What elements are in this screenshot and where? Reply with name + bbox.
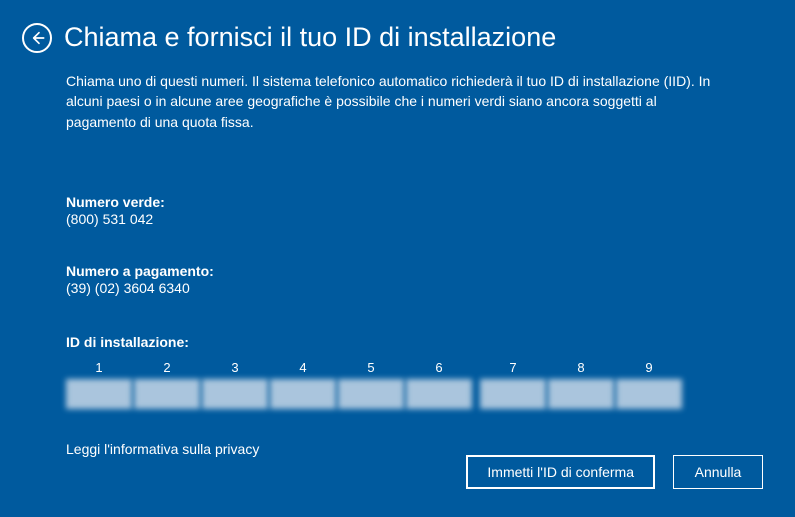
iid-column-number: 5 xyxy=(367,360,374,375)
toll-free-section: Numero verde: (800) 531 042 xyxy=(66,194,729,227)
toll-number: (39) (02) 3604 6340 xyxy=(66,280,729,296)
iid-block-redacted xyxy=(548,379,614,409)
iid-column-number: 9 xyxy=(645,360,652,375)
iid-column: 2 xyxy=(134,360,200,409)
iid-column: 5 xyxy=(338,360,404,409)
iid-column: 6 xyxy=(406,360,472,409)
footer-buttons: Immetti l'ID di conferma Annulla xyxy=(466,455,763,489)
arrow-left-icon xyxy=(29,30,45,46)
iid-column-number: 1 xyxy=(95,360,102,375)
iid-column-number: 2 xyxy=(163,360,170,375)
iid-block-redacted xyxy=(406,379,472,409)
iid-column: 3 xyxy=(202,360,268,409)
page-title: Chiama e fornisci il tuo ID di installaz… xyxy=(64,22,556,53)
iid-column-number: 6 xyxy=(435,360,442,375)
confirm-id-button[interactable]: Immetti l'ID di conferma xyxy=(466,455,655,489)
privacy-link[interactable]: Leggi l'informativa sulla privacy xyxy=(66,441,259,457)
installation-id-label: ID di installazione: xyxy=(66,334,729,350)
toll-label: Numero a pagamento: xyxy=(66,263,729,279)
iid-column: 8 xyxy=(548,360,614,409)
iid-block-redacted xyxy=(480,379,546,409)
iid-block-redacted xyxy=(616,379,682,409)
cancel-button[interactable]: Annulla xyxy=(673,455,763,489)
back-button[interactable] xyxy=(22,23,52,53)
iid-column-number: 8 xyxy=(577,360,584,375)
iid-column-number: 4 xyxy=(299,360,306,375)
iid-column: 1 xyxy=(66,360,132,409)
iid-block-redacted xyxy=(134,379,200,409)
iid-column-number: 7 xyxy=(509,360,516,375)
iid-column: 4 xyxy=(270,360,336,409)
iid-block-redacted xyxy=(202,379,268,409)
iid-column: 9 xyxy=(616,360,682,409)
iid-column-number: 3 xyxy=(231,360,238,375)
installation-id-grid: 1 2 3 4 5 6 7 xyxy=(66,360,729,409)
iid-column: 7 xyxy=(480,360,546,409)
description-text: Chiama uno di questi numeri. Il sistema … xyxy=(66,71,729,132)
toll-free-number: (800) 531 042 xyxy=(66,211,729,227)
iid-block-redacted xyxy=(66,379,132,409)
iid-block-redacted xyxy=(270,379,336,409)
installation-id-section: ID di installazione: 1 2 3 4 5 xyxy=(66,334,729,409)
toll-section: Numero a pagamento: (39) (02) 3604 6340 xyxy=(66,263,729,296)
iid-block-redacted xyxy=(338,379,404,409)
toll-free-label: Numero verde: xyxy=(66,194,729,210)
